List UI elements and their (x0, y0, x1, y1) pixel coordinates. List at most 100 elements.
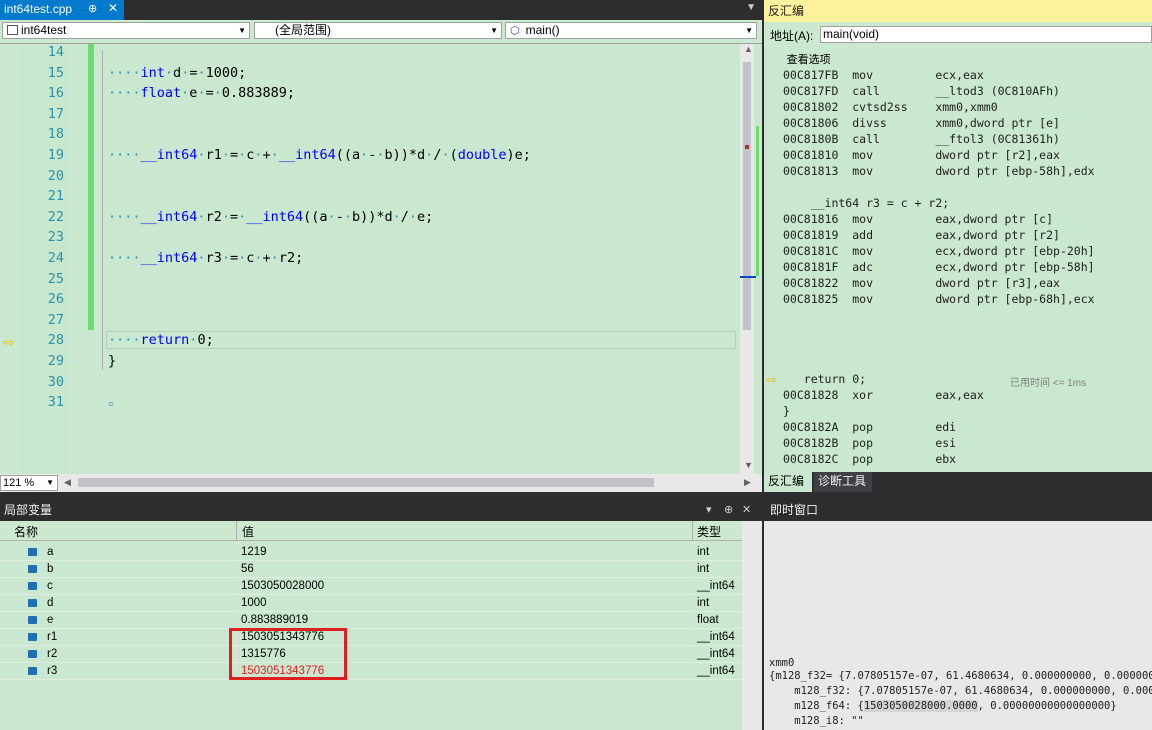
disassembly-line[interactable]: 00C81828 xor eax,eax (783, 388, 984, 402)
variable-value[interactable]: 56 (241, 563, 254, 575)
line-number: 23 (47, 229, 64, 245)
code-line[interactable]: ····return·0; (108, 332, 214, 348)
variable-value[interactable]: 1000 (241, 597, 267, 609)
line-number: 21 (47, 188, 64, 204)
disassembly-line[interactable]: 00C81822 mov dword ptr [r3],eax (783, 276, 1060, 290)
code-line[interactable]: ····float·e·=·0.883889; (108, 85, 295, 101)
column-divider[interactable] (236, 521, 237, 541)
window-menu-icon[interactable]: ▾ (706, 500, 712, 520)
immediate-text: m128_f64: { (769, 700, 864, 712)
editor-hscroll-thumb[interactable] (78, 478, 654, 487)
disassembly-line[interactable]: __int64 r3 = c + r2; (783, 196, 949, 210)
function-combo[interactable]: ⬡ main() ▼ (505, 22, 757, 39)
variable-type: float (697, 614, 719, 626)
line-number: 29 (47, 353, 64, 369)
line-number: 26 (47, 291, 64, 307)
disassembly-line[interactable]: 00C8182B pop esi (783, 436, 956, 450)
column-type[interactable]: 类型 (697, 523, 721, 540)
disassembly-line[interactable]: 00C8181F adc ecx,dword ptr [ebp-58h] (783, 260, 1095, 274)
disassembly-line[interactable]: 00C81825 mov dword ptr [ebp-68h],ecx (783, 292, 1095, 306)
immediate-window[interactable]: xmm0 {m128_f32= {7.07805157e-07, 61.4680… (764, 521, 1152, 730)
locals-row[interactable]: e 0.883889019 float (0, 612, 742, 629)
variable-name: r2 (47, 648, 58, 660)
variable-value[interactable]: 0.883889019 (241, 614, 308, 626)
tab-disassembly[interactable]: 反汇编 (764, 472, 812, 492)
scroll-left-icon[interactable]: ◀ (64, 477, 71, 488)
variable-type: __int64 (697, 580, 735, 592)
disassembly-text[interactable]: 00C817FB mov ecx,eax 00C817FD call __ltod… (764, 68, 1152, 472)
code-line[interactable]: ····__int64·r2·=·__int64((a·-·b))*d·/·e; (108, 209, 433, 225)
close-icon[interactable]: ✕ (742, 500, 751, 520)
disassembly-line[interactable]: 00C81819 add eax,dword ptr [r2] (783, 228, 1060, 242)
column-name[interactable]: 名称 (14, 523, 38, 540)
code-line[interactable]: ····int·d·=·1000; (108, 65, 246, 81)
locals-vertical-scrollbar[interactable] (742, 521, 762, 730)
pin-icon[interactable]: ⊕ (724, 500, 733, 520)
disassembly-line[interactable]: 00C81810 mov dword ptr [r2],eax (783, 148, 1060, 162)
column-divider[interactable] (692, 521, 693, 541)
locals-row[interactable]: b 56 int (0, 561, 742, 578)
locals-row[interactable]: a 1219 int (0, 544, 742, 561)
disassembly-line[interactable]: 00C81806 divss xmm0,dword ptr [e] (783, 116, 1060, 130)
immediate-title: 即时窗口 (764, 500, 1152, 520)
disassembly-title[interactable]: 反汇编 (764, 0, 1152, 22)
line-number: 18 (47, 126, 64, 142)
locals-row[interactable]: r1 1503051343776 __int64 (0, 629, 742, 646)
project-combo[interactable]: int64test ▼ (2, 22, 250, 39)
locals-row[interactable]: r2 1315776 __int64 (0, 646, 742, 663)
chevron-down-icon: ▼ (46, 478, 54, 487)
disassembly-line[interactable]: } (783, 404, 790, 418)
annotation-highlight-box (229, 628, 347, 680)
scrollbar-caret-marker (740, 276, 756, 278)
variable-name: r3 (47, 665, 58, 677)
breakpoint-gutter[interactable] (0, 44, 22, 474)
project-icon (7, 25, 18, 35)
editor-scroll-thumb[interactable] (743, 62, 751, 330)
variable-icon (28, 650, 37, 658)
function-icon: ⬡ (510, 25, 520, 37)
line-number: 30 (47, 374, 64, 390)
disassembly-line[interactable]: 00C8182C pop ebx (783, 452, 956, 466)
disassembly-line[interactable]: 00C81816 mov eax,dword ptr [c] (783, 212, 1053, 226)
locals-row[interactable]: c 1503050028000 __int64 (0, 578, 742, 595)
code-line[interactable]: } (108, 353, 116, 369)
scope-combo[interactable]: (全局范围) ▼ (254, 22, 502, 39)
locals-table: a 1219 int b 56 int c 1503050028000 __int64 d 1000… (0, 541, 742, 730)
navigation-bar: int64test ▼ (全局范围) ▼ ⬡ main() ▼ (0, 20, 762, 44)
tab-title: int64test.cpp (4, 2, 73, 16)
disassembly-line[interactable]: 00C817FB mov ecx,eax (783, 68, 984, 82)
address-input[interactable]: main(void) (820, 26, 1152, 43)
variable-value[interactable]: 1219 (241, 546, 267, 558)
scroll-up-icon[interactable]: ▲ (744, 44, 753, 54)
disassembly-line[interactable]: 00C8181C mov ecx,dword ptr [ebp-20h] (783, 244, 1095, 258)
close-icon[interactable]: ✕ (108, 1, 118, 15)
disassembly-line[interactable]: 00C81813 mov dword ptr [ebp-58h],edx (783, 164, 1095, 178)
locals-row[interactable]: d 1000 int (0, 595, 742, 612)
disassembly-line[interactable]: 00C817FD call __ltod3 (0C810AFh) (783, 84, 1060, 98)
variable-type: __int64 (697, 648, 735, 660)
address-label: 地址(A): (770, 29, 814, 43)
tab-diagnostic-tools[interactable]: 诊断工具 (814, 472, 872, 492)
scroll-right-icon[interactable]: ▶ (744, 477, 751, 488)
locals-row[interactable]: r3 1503051343776 __int64 (0, 663, 742, 680)
variable-value[interactable]: 1503050028000 (241, 580, 324, 592)
column-value[interactable]: 值 (242, 523, 254, 540)
zoom-combo[interactable]: 121 % ▼ (0, 475, 58, 491)
tab-int64test-cpp[interactable]: int64test.cpp ⊕ ✕ (0, 0, 124, 20)
document-tab-bar: int64test.cpp ⊕ ✕ ▼ (0, 0, 762, 20)
code-line[interactable]: ▫ (108, 394, 113, 410)
variable-icon (28, 633, 37, 641)
scroll-down-icon[interactable]: ▼ (744, 460, 753, 470)
code-text-area[interactable]: ····int·d·=·1000; ····float·e·=·0.883889;… (94, 44, 740, 474)
code-line[interactable]: ····__int64·r1·=·c·+·__int64((a·-·b))*d·… (108, 147, 531, 163)
disassembly-line[interactable]: 00C8180B call __ftol3 (0C81361h) (783, 132, 1060, 146)
line-number: 24 (47, 250, 64, 266)
disassembly-line[interactable]: return 0; (783, 372, 866, 386)
disassembly-line[interactable]: 00C8182A pop edi (783, 420, 956, 434)
pin-icon[interactable]: ⊕ (88, 2, 97, 15)
disassembly-line[interactable]: 00C81802 cvtsd2ss xmm0,xmm0 (783, 100, 998, 114)
line-number: 25 (47, 271, 64, 287)
code-line[interactable]: ····__int64·r3·=·c·+·r2; (108, 250, 303, 266)
variable-name: a (47, 546, 54, 558)
tab-dropdown-icon[interactable]: ▼ (746, 2, 756, 13)
